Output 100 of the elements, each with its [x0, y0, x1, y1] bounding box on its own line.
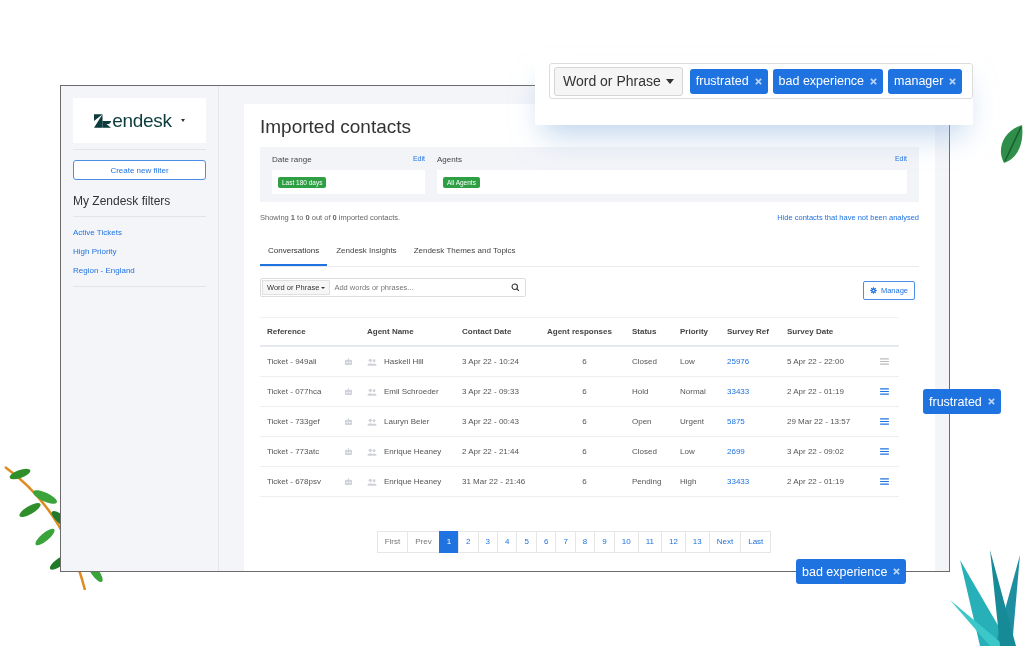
robot-icon [344, 387, 353, 396]
table-cell-text: Ticket - 678psv [266, 477, 322, 486]
column-header: Survey Ref [726, 327, 770, 336]
page-link[interactable]: 11 [637, 531, 662, 553]
table-cell-text: 6 [581, 417, 588, 426]
column-header: Contact Date [461, 327, 513, 336]
people-icon [367, 417, 377, 426]
menu-icon[interactable] [880, 418, 889, 425]
table-cell-text: 6 [581, 387, 588, 396]
table-cell-text: 5 Apr 22 - 22:00 [786, 357, 845, 366]
table-cell-text: 31 Mar 22 - 21:46 [461, 477, 527, 486]
sidebar-link[interactable]: Active Tickets [73, 228, 206, 237]
people-icon [367, 447, 377, 456]
keyword-tag[interactable]: manager [888, 68, 963, 94]
table-cell-text: Hold [631, 387, 650, 396]
table-cell-text: 6 [581, 447, 588, 456]
table-cell-text: 3 Apr 22 - 10:24 [461, 357, 520, 366]
table-cell: Emil Schroeder [384, 387, 439, 396]
caret-icon[interactable] [180, 119, 185, 122]
table-cell-text: 2 Apr 22 - 21:44 [461, 447, 520, 456]
logo-icon [94, 113, 112, 128]
table-cell-text: 6 [581, 477, 588, 486]
table-cell-text: 2 Apr 22 - 01:19 [786, 387, 845, 396]
page-link[interactable]: 12 [660, 531, 686, 553]
menu-icon[interactable] [880, 448, 889, 455]
page-title: Imported contacts [260, 116, 413, 138]
page-link[interactable]: 4 [497, 531, 518, 553]
people-icon [367, 357, 377, 366]
logo-text: endesk [112, 109, 172, 132]
table-cell-text: Closed [631, 447, 658, 456]
close-icon[interactable] [754, 77, 762, 85]
survey-link[interactable]: 33433 [722, 477, 782, 486]
page-link[interactable]: 5 [516, 531, 537, 553]
menu-icon[interactable] [880, 388, 889, 395]
table-cell: Haskell Hill [384, 357, 424, 366]
robot-icon [344, 417, 353, 426]
page-link[interactable]: 10 [613, 531, 639, 553]
robot-icon [344, 447, 353, 456]
keyword-type-dropdown[interactable]: Word or Phrase [554, 66, 683, 96]
table-cell-text: 2 Apr 22 - 01:19 [786, 477, 845, 486]
search-icon[interactable] [511, 283, 520, 292]
tab[interactable]: Zendesk Insights [328, 242, 405, 266]
column-header: Priority [679, 327, 709, 336]
table-cell-text: Normal [679, 387, 707, 396]
sidebar-heading: My Zendesk filters [73, 194, 172, 208]
survey-link[interactable]: 33433 [722, 387, 782, 396]
table-cell: Enrique Heaney [384, 477, 442, 486]
table-cell: Enrique Heaney [384, 447, 442, 456]
table-cell-text: Urgent [679, 417, 705, 426]
survey-link[interactable]: 25976 [722, 357, 782, 366]
robot-icon [344, 357, 353, 366]
tab[interactable]: Zendesk Themes and Topics [405, 242, 524, 266]
table-cell-text: Ticket - 949ali [266, 357, 318, 366]
tab[interactable]: Conversations [260, 242, 328, 266]
table-cell-text: Open [631, 417, 653, 426]
table-cell-text: Low [679, 357, 696, 366]
close-icon[interactable] [987, 398, 995, 405]
sidebar-link[interactable]: High Priority [73, 247, 206, 256]
column-header: Agent Name [366, 327, 415, 336]
page-link[interactable]: 9 [594, 531, 615, 553]
table-cell-text: 3 Apr 22 - 09:02 [786, 447, 845, 456]
menu-icon[interactable] [880, 478, 889, 485]
survey-link[interactable]: 5875 [722, 417, 782, 426]
table-cell-text: High [679, 477, 698, 486]
close-icon[interactable] [949, 77, 957, 85]
table-cell-text: 3 Apr 22 - 09:33 [461, 387, 520, 396]
table-cell-text: 29 Mar 22 - 13:57 [786, 417, 852, 426]
table-cell-text: 6 [581, 357, 588, 366]
column-header: Survey Date [786, 327, 835, 336]
table-cell-text: Closed [631, 357, 658, 366]
sidebar-link[interactable]: Region - England [73, 266, 206, 275]
table-cell-text: Pending [631, 477, 663, 486]
robot-icon [344, 477, 353, 486]
column-header: Agent responses [546, 327, 613, 336]
keyword-tag[interactable]: frustrated [689, 68, 768, 94]
people-icon [367, 387, 377, 396]
table-cell-text: Low [679, 447, 696, 456]
table-cell: Lauryn Beier [384, 417, 430, 426]
keyword-tag[interactable]: bad experience [772, 68, 884, 94]
table-cell-text: Ticket - 733gef [266, 417, 321, 426]
filter-label: Date range [272, 155, 312, 164]
keyword-field[interactable]: Word or Phrase frustrated bad experience manager [549, 63, 973, 99]
table-cell-text: Ticket - 077hca [266, 387, 323, 396]
create-filter-button[interactable]: Create new filter [73, 160, 206, 180]
page-link[interactable]: 7 [555, 531, 576, 553]
keyword-tag[interactable]: bad experience [796, 559, 907, 584]
close-icon[interactable] [870, 77, 878, 85]
page-link[interactable]: Last [740, 531, 772, 553]
survey-link[interactable]: 2699 [722, 447, 782, 456]
gear-icon [869, 287, 877, 294]
column-header: Reference [266, 327, 307, 336]
page-link[interactable]: 2 [458, 531, 479, 553]
column-header: Status [631, 327, 658, 336]
keyword-tag[interactable]: frustrated [923, 389, 1001, 414]
page-link[interactable]: 13 [684, 531, 710, 553]
table-cell-text: Ticket - 773atc [266, 447, 321, 456]
table-cell-text: 3 Apr 22 - 00:43 [461, 417, 520, 426]
filter-label: Agents [437, 155, 462, 164]
close-icon[interactable] [893, 568, 901, 575]
people-icon [367, 477, 377, 486]
